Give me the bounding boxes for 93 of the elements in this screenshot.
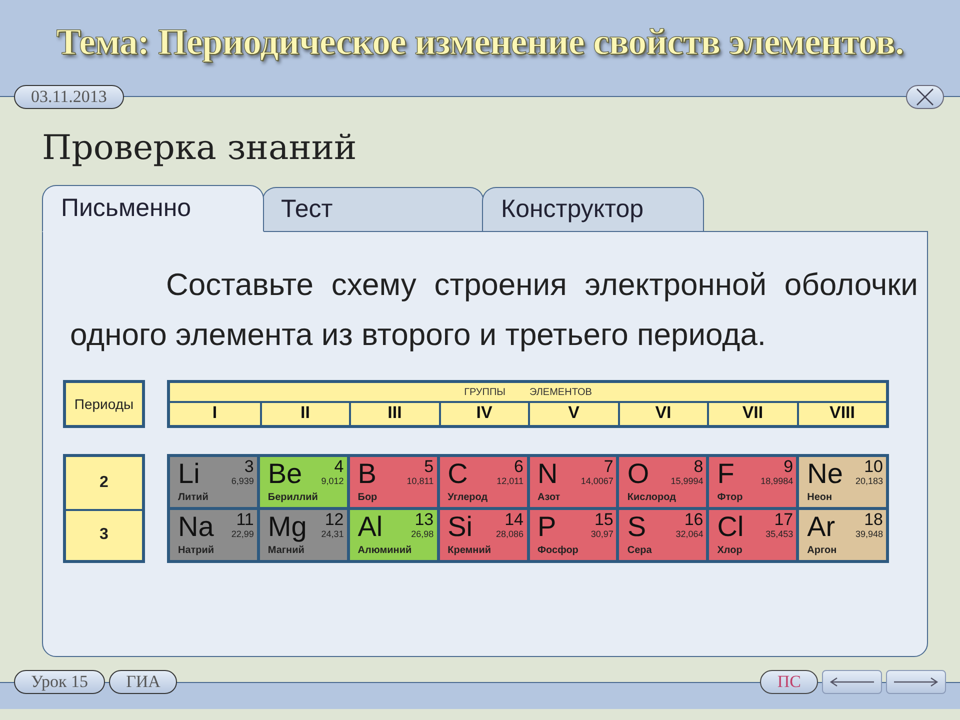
period-number: 3 [66, 508, 142, 560]
close-icon [914, 87, 936, 107]
arrow-right-icon [893, 677, 939, 687]
atomic-number: 8 [694, 457, 704, 476]
atomic-mass: 20,183 [855, 476, 883, 486]
atomic-number: 9 [784, 457, 794, 476]
atomic-number: 10 [864, 457, 883, 476]
atomic-number: 5 [424, 457, 434, 476]
task-text: Составьте схему строения электронной оболочки одного элемента из второго и третьего периода. [70, 266, 918, 354]
tab[interactable]: Тест [262, 187, 484, 231]
exam-button[interactable]: ГИА [109, 670, 178, 694]
element-name: Литий [178, 491, 210, 505]
element-symbol: O [627, 457, 650, 491]
atomic-mass: 24,31 [321, 529, 344, 539]
element-name: Неон [807, 491, 834, 505]
atomic-mass: 6,939 [231, 476, 254, 486]
element-symbol: S [627, 510, 648, 544]
atomic-number: 7 [604, 457, 614, 476]
atomic-mass: 35,453 [766, 529, 794, 539]
group-number: III [349, 403, 438, 425]
atomic-mass: 15,9994 [670, 476, 704, 486]
arrow-left-icon [829, 677, 875, 687]
group-number: VII [707, 403, 796, 425]
groups-title: ЭЛЕМЕНТОВ [530, 386, 592, 398]
group-number: VIII [796, 403, 886, 425]
element-symbol: C [448, 457, 469, 491]
atomic-mass: 22,99 [231, 529, 254, 539]
atomic-number: 17 [774, 510, 794, 529]
atomic-mass: 30,97 [590, 529, 614, 539]
atomic-mass: 14,0067 [580, 476, 614, 486]
atomic-number: 4 [334, 457, 344, 476]
element-name: Кремний [448, 544, 492, 558]
element-symbol: Ar [807, 510, 836, 544]
element-name: Углерод [448, 491, 489, 505]
close-button[interactable] [906, 85, 944, 109]
group-number: VI [618, 403, 707, 425]
slide-title: Тема: Периодическое изменение свойств элементов. [56, 20, 904, 64]
element-symbol: B [358, 457, 378, 491]
element-name: Фтор [717, 491, 744, 505]
atomic-mass: 26,98 [411, 529, 434, 539]
atomic-number: 13 [414, 510, 434, 529]
tab[interactable]: Конструктор [482, 187, 704, 231]
forward-button[interactable] [886, 670, 946, 694]
atomic-mass: 12,011 [496, 476, 524, 486]
atomic-number: 12 [324, 510, 344, 529]
atomic-mass: 32,064 [676, 529, 704, 539]
atomic-number: 15 [594, 510, 614, 529]
element-symbol: Al [358, 510, 384, 544]
atomic-mass: 10,811 [406, 476, 434, 486]
element-name: Сера [627, 544, 653, 558]
element-name: Бор [358, 491, 378, 505]
element-symbol: Si [448, 510, 474, 544]
element-symbol: F [717, 457, 736, 491]
element-symbol: N [538, 457, 559, 491]
atomic-number: 16 [684, 510, 704, 529]
date-label: 03.11.2013 [14, 85, 124, 109]
atomic-mass: 18,9984 [760, 476, 794, 486]
atomic-number: 11 [236, 510, 254, 529]
atomic-mass: 28,086 [496, 529, 524, 539]
tab[interactable]: Письменно [42, 185, 264, 232]
group-number: IV [438, 403, 528, 425]
atomic-mass: 9,012 [321, 476, 344, 486]
element-name: Алюминий [358, 544, 413, 558]
element-name: Кислород [627, 491, 677, 505]
atomic-number: 3 [244, 457, 254, 476]
periods-header: Периоды [63, 380, 145, 428]
lesson-button[interactable]: Урок 15 [14, 670, 106, 694]
element-symbol: Mg [268, 510, 308, 544]
period-number: 2 [98, 472, 110, 493]
element-name: Магний [268, 544, 306, 558]
element-symbol: P [538, 510, 558, 544]
element-symbol: Na [178, 510, 215, 544]
element-name: Бериллий [268, 491, 319, 505]
element-name: Хлор [717, 544, 744, 558]
element-symbol: Ne [807, 457, 844, 491]
atomic-mass: 39,948 [855, 529, 883, 539]
groups-title: ГРУППЫ [464, 386, 506, 398]
atomic-number: 6 [514, 457, 524, 476]
element-symbol: Cl [717, 510, 745, 544]
back-button[interactable] [822, 670, 882, 694]
ps-button[interactable]: ПС [760, 670, 818, 694]
atomic-number: 14 [504, 510, 524, 529]
element-name: Аргон [807, 544, 838, 558]
atomic-number: 18 [864, 510, 883, 529]
element-name: Натрий [178, 544, 216, 558]
group-number: I [211, 403, 218, 424]
element-name: Фосфор [538, 544, 580, 558]
element-symbol: Li [178, 457, 201, 491]
group-number: II [260, 403, 349, 425]
group-number: V [528, 403, 618, 425]
element-name: Азот [538, 491, 562, 505]
element-symbol: Be [268, 457, 304, 491]
section-heading: Проверка знаний [42, 127, 358, 170]
